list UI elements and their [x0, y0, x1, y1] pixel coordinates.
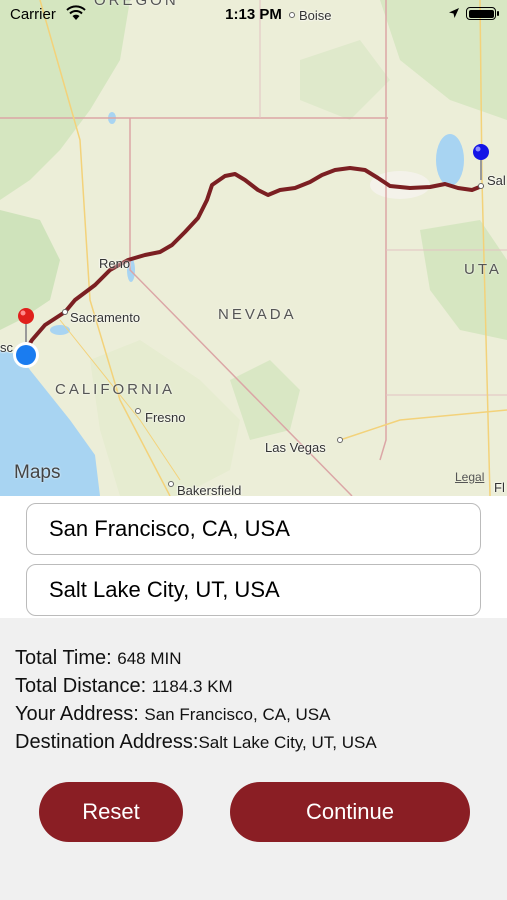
reno-label: Reno: [99, 256, 131, 271]
las-vegas-dot: [337, 437, 343, 443]
bakersfield-label: Bakersfield: [177, 483, 242, 496]
your-address-value: San Francisco, CA, USA: [144, 705, 331, 724]
nevada-label: NEVADA: [218, 306, 297, 323]
bakersfield-dot: [168, 481, 174, 487]
total-distance-row: Total Distance: 1184.3 KM: [15, 675, 233, 698]
location-arrow-icon: [449, 8, 459, 18]
maps-attribution[interactable]: Maps: [14, 462, 60, 484]
address-form: San Francisco, CA, USA Salt Lake City, U…: [0, 496, 507, 618]
utah-label: UTA: [464, 261, 502, 278]
battery-icon: [466, 7, 499, 20]
your-address-label: Your Address:: [15, 703, 139, 725]
destination-address-row: Destination Address:Salt Lake City, UT, …: [15, 731, 377, 754]
salt-lake-dot: [478, 183, 484, 189]
legal-link[interactable]: Legal: [455, 470, 484, 484]
las-vegas-label: Las Vegas: [265, 440, 326, 455]
destination-address-value: Salt Lake City, UT, USA: [198, 733, 377, 752]
fresno-dot: [135, 408, 141, 414]
california-label: CALIFORNIA: [55, 381, 176, 398]
reset-button[interactable]: Reset: [39, 782, 183, 842]
destination-field[interactable]: Salt Lake City, UT, USA: [26, 564, 481, 616]
destination-address-label: Destination Address:: [15, 731, 199, 753]
edge-label: Fl: [494, 480, 505, 495]
total-time-row: Total Time: 648 MIN: [15, 647, 182, 670]
route-map[interactable]: OREGON Boise NEVADA CALIFORNIA UTA Sacra…: [0, 0, 507, 496]
user-location-icon[interactable]: [11, 340, 41, 370]
maps-attribution-text: Maps: [14, 462, 61, 483]
destination-pin[interactable]: [471, 142, 491, 182]
total-time-value: 648 MIN: [117, 649, 182, 668]
origin-field[interactable]: San Francisco, CA, USA: [26, 503, 481, 555]
sacramento-label: Sacramento: [70, 310, 141, 325]
your-address-row: Your Address: San Francisco, CA, USA: [15, 703, 330, 726]
total-time-label: Total Time:: [15, 647, 112, 669]
continue-button[interactable]: Continue: [230, 782, 470, 842]
total-distance-value: 1184.3 KM: [151, 677, 233, 696]
sacramento-dot: [62, 309, 68, 315]
fresno-label: Fresno: [145, 410, 186, 425]
status-bar: Carrier 1:13 PM: [0, 0, 507, 30]
clock: 1:13 PM: [225, 6, 282, 23]
map-background: [0, 0, 507, 496]
total-distance-label: Total Distance:: [15, 675, 147, 697]
